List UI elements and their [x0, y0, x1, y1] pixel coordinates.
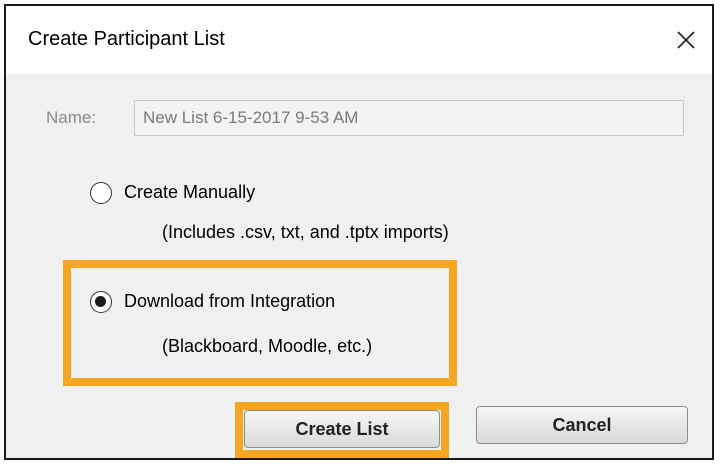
close-button[interactable]: [666, 20, 706, 60]
title-bar: Create Participant List: [6, 6, 712, 74]
close-icon: [677, 31, 695, 49]
create-manually-description: (Includes .csv, txt, and .tptx imports): [162, 222, 449, 242]
create-manually-label: Create Manually: [124, 182, 256, 202]
name-input[interactable]: [134, 100, 684, 136]
download-integration-label: Download from Integration: [124, 291, 336, 311]
create-list-button[interactable]: Create List: [244, 410, 440, 448]
download-integration-radio[interactable]: [90, 291, 112, 313]
download-integration-description: (Blackboard, Moodle, etc.): [162, 336, 373, 356]
cancel-button[interactable]: Cancel: [476, 406, 688, 444]
integration-highlight-box: [63, 260, 457, 386]
create-participant-list-dialog: Create Participant List Name: Create Man…: [4, 4, 714, 460]
create-manually-radio[interactable]: [90, 182, 112, 204]
dialog-title: Create Participant List: [28, 28, 225, 50]
name-label: Name:: [46, 108, 97, 127]
